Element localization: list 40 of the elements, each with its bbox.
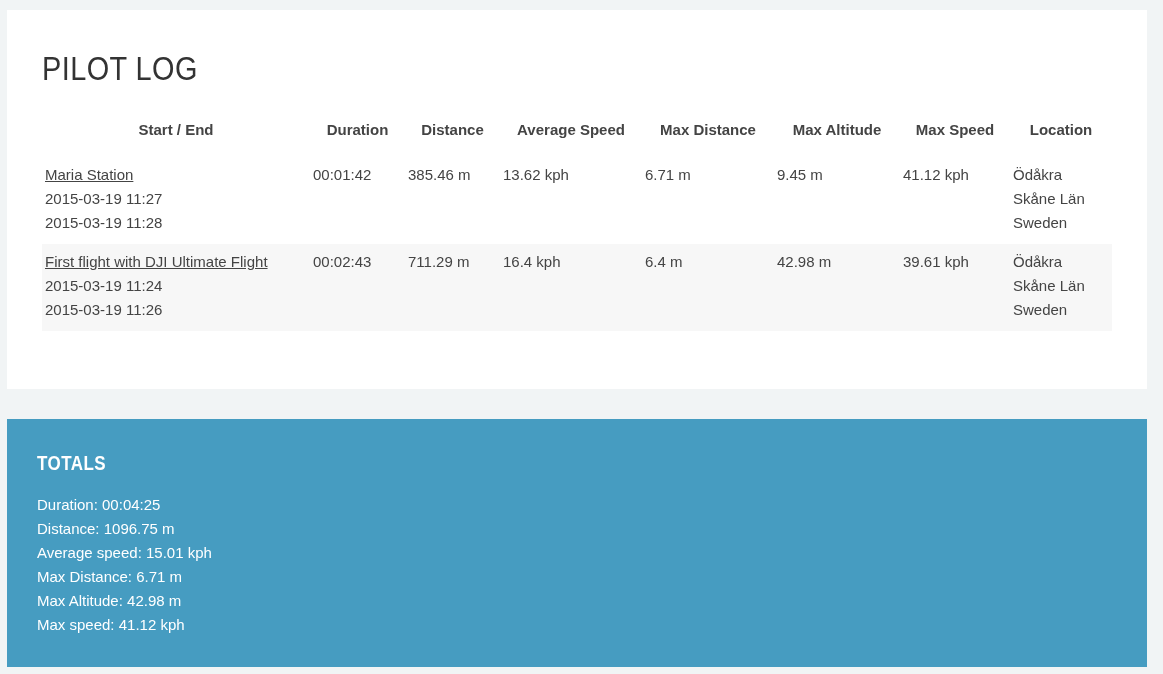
table-cell: 00:01:42 xyxy=(313,166,372,184)
column-header: Location xyxy=(1028,119,1094,140)
start-time: 2015-03-19 11:27 xyxy=(45,189,164,210)
totals-line: Max Altitude: 42.98 m xyxy=(37,591,183,612)
location-text: Ödåkra xyxy=(1013,165,1064,186)
end-time: 2015-03-19 11:26 xyxy=(45,300,164,321)
start-time: 2015-03-19 11:24 xyxy=(45,276,164,297)
table-cell: 39.61 kph xyxy=(903,253,969,271)
table-cell: 711.29 m xyxy=(408,253,470,271)
table-cell: 41.12 kph xyxy=(903,166,969,184)
column-header: Average Speed xyxy=(516,119,626,140)
flight-link[interactable]: Maria Station xyxy=(45,166,134,184)
column-header: Max Altitude xyxy=(791,119,883,140)
table-cell: 6.71 m xyxy=(645,166,691,184)
table-cell: 6.4 m xyxy=(645,253,683,271)
totals-title: TOTALS xyxy=(37,451,107,476)
location-text: Sweden xyxy=(1013,213,1069,234)
location-text: Sweden xyxy=(1013,300,1069,321)
table-cell: 16.4 kph xyxy=(503,253,561,271)
column-header: Max Speed xyxy=(914,119,996,140)
totals-line: Max speed: 41.12 kph xyxy=(37,615,186,636)
column-header: Max Distance xyxy=(659,119,757,140)
table-cell: 00:02:43 xyxy=(313,253,372,271)
page-title: PILOT LOG xyxy=(42,48,199,89)
totals-line: Max Distance: 6.71 m xyxy=(37,567,184,588)
table-cell: 13.62 kph xyxy=(503,166,569,184)
table-cell: 42.98 m xyxy=(777,253,832,271)
flight-link[interactable]: First flight with DJI Ultimate Flight xyxy=(45,253,268,271)
location-text: Skåne Län xyxy=(1013,189,1086,210)
location-text: Ödåkra xyxy=(1013,252,1064,273)
end-time: 2015-03-19 11:28 xyxy=(45,213,164,234)
totals-line: Average speed: 15.01 kph xyxy=(37,543,213,564)
table-cell: 9.45 m xyxy=(777,166,823,184)
totals-line: Duration: 00:04:25 xyxy=(37,495,162,516)
totals-line: Distance: 1096.75 m xyxy=(37,519,176,540)
column-header: Distance xyxy=(420,119,485,140)
table-cell: 385.46 m xyxy=(408,166,471,184)
column-header: Start / End xyxy=(137,119,215,140)
location-text: Skåne Län xyxy=(1013,276,1086,297)
column-header: Duration xyxy=(325,119,390,140)
